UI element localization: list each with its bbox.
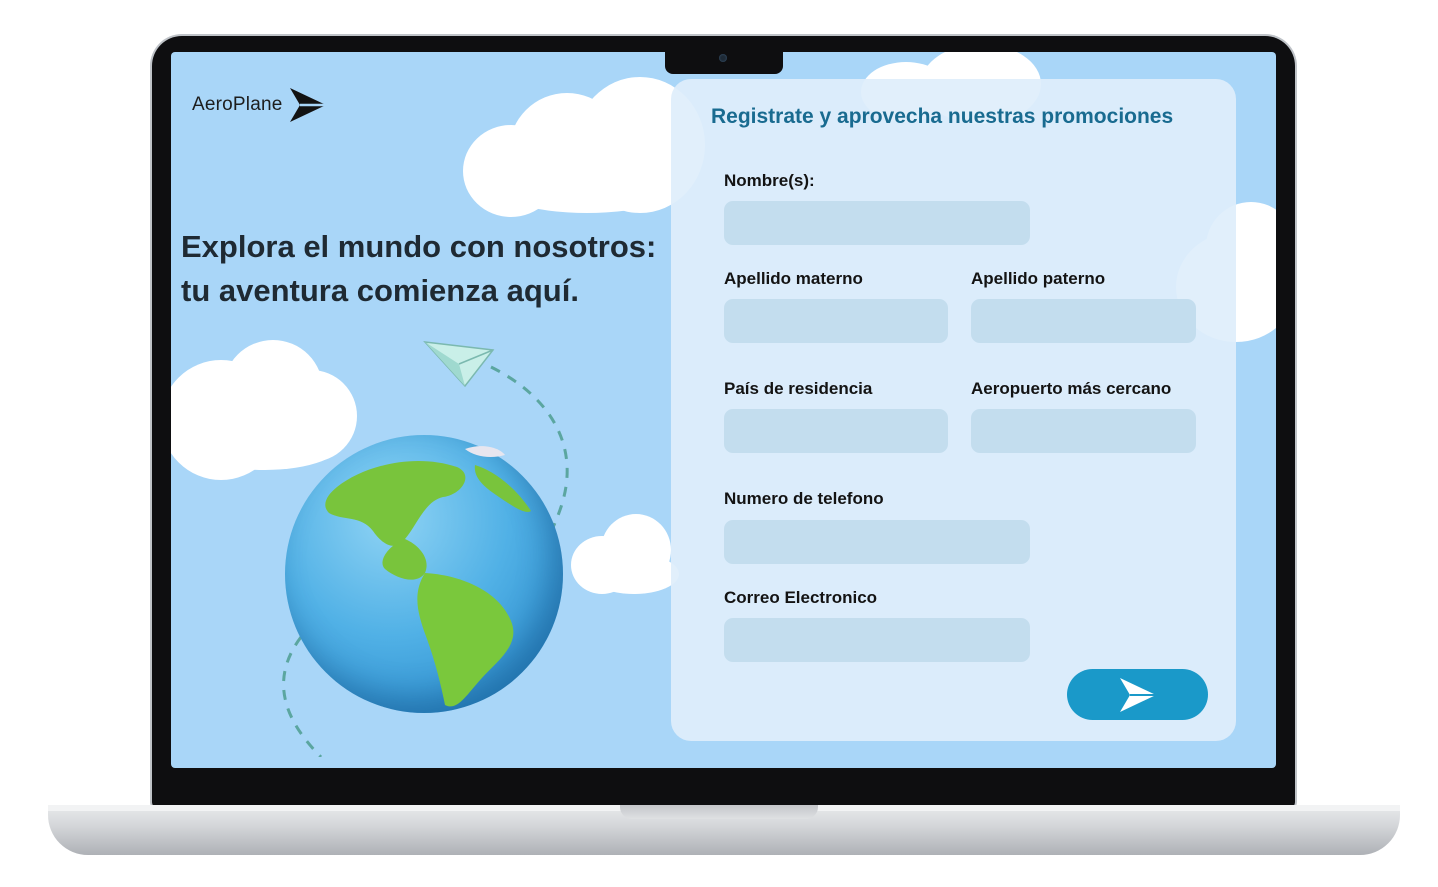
hero-headline: Explora el mundo con nosotros: tu aventu… — [181, 225, 681, 313]
apellido-paterno-label: Apellido paterno — [971, 269, 1106, 288]
continents-illustration — [325, 446, 531, 707]
apellido-paterno-input[interactable] — [971, 299, 1196, 343]
telefono-input[interactable] — [724, 520, 1030, 564]
paper-plane-icon — [423, 341, 495, 388]
cloud-top-center — [463, 77, 705, 217]
webcam-icon — [719, 54, 727, 62]
telefono-label: Numero de telefono — [724, 489, 884, 508]
nombre-label: Nombre(s): — [724, 171, 815, 190]
paper-plane-arrow-icon — [289, 88, 326, 122]
aeropuerto-input[interactable] — [971, 409, 1196, 453]
globe-illustration — [285, 435, 563, 713]
pais-label: País de residencia — [724, 379, 873, 398]
brand[interactable]: AeroPlane — [192, 84, 328, 126]
laptop-opening-groove — [620, 805, 818, 819]
apellido-materno-input[interactable] — [724, 299, 948, 343]
correo-label: Correo Electronico — [724, 588, 878, 607]
submit-button[interactable] — [1067, 669, 1208, 720]
camera-notch — [665, 50, 783, 74]
send-icon — [1119, 677, 1156, 712]
brand-name: AeroPlane — [192, 94, 283, 115]
correo-input[interactable] — [724, 618, 1030, 662]
pais-input[interactable] — [724, 409, 948, 453]
hero-line-1: Explora el mundo con nosotros: — [181, 229, 657, 264]
form-title: Registrate y aprovecha nuestras promocio… — [711, 105, 1174, 128]
screen: AeroPlane Explora el mundo con nosotros:… — [171, 52, 1276, 768]
hero-line-2: tu aventura comienza aquí. — [181, 273, 579, 308]
registration-form: Registrate y aprovecha nuestras promocio… — [671, 79, 1236, 741]
apellido-materno-label: Apellido materno — [724, 269, 863, 288]
nombre-input[interactable] — [724, 201, 1030, 245]
aeropuerto-label: Aeropuerto más cercano — [971, 379, 1172, 398]
